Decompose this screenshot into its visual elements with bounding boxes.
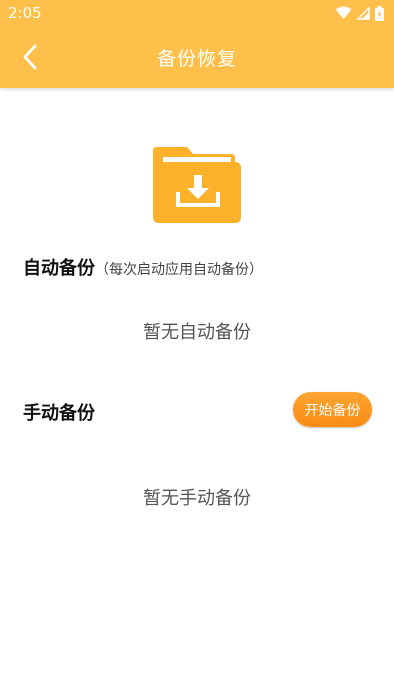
signal-icon xyxy=(357,6,370,20)
folder-download-icon xyxy=(153,147,241,223)
manual-backup-title: 手动备份 xyxy=(23,403,95,424)
start-backup-button[interactable]: 开始备份 xyxy=(293,392,372,427)
auto-backup-title: 自动备份 xyxy=(23,258,95,279)
chevron-left-icon xyxy=(23,44,37,70)
app-bar: 备份恢复 xyxy=(0,26,394,88)
battery-icon xyxy=(375,5,384,21)
page-title: 备份恢复 xyxy=(156,47,237,70)
auto-backup-empty-text: 暂无自动备份 xyxy=(143,322,251,343)
back-button[interactable] xyxy=(14,41,46,73)
auto-backup-heading: 自动备份（每次启动应用自动备份） xyxy=(23,254,263,280)
status-icons xyxy=(335,5,384,21)
auto-backup-hint: （每次启动应用自动备份） xyxy=(95,262,263,278)
status-bar: 2:05 xyxy=(0,0,394,26)
manual-backup-empty-text: 暂无手动备份 xyxy=(143,488,251,509)
status-time: 2:05 xyxy=(8,4,42,22)
wifi-icon xyxy=(335,6,352,19)
